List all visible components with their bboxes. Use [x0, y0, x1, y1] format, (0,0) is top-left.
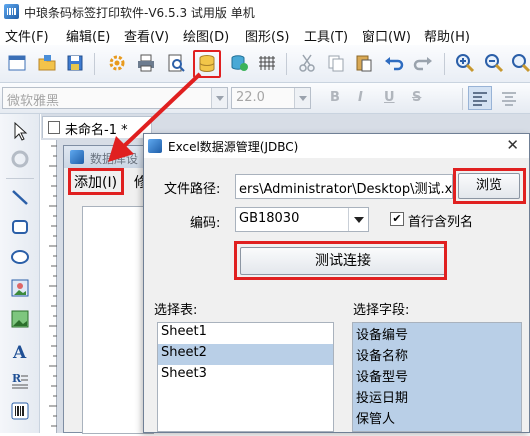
chevron-down-icon: [211, 88, 227, 108]
font-family-value: 微软雅黑: [7, 94, 60, 109]
svg-text:A: A: [12, 343, 27, 362]
zoom-in-icon[interactable]: [454, 52, 476, 74]
menu-file[interactable]: 文件(F): [5, 26, 49, 45]
field-list-item[interactable]: 设备编号: [353, 323, 521, 344]
menu-tools[interactable]: 工具(T): [304, 26, 348, 45]
select-field-label: 选择字段:: [353, 303, 410, 318]
select-pointer-icon[interactable]: [9, 120, 31, 142]
font-size-select[interactable]: 22.0: [231, 87, 311, 109]
database-settings-dialog: 数据库设 添加(I) 修: [63, 145, 154, 434]
copy-icon[interactable]: [325, 52, 347, 74]
test-button-highlight: [234, 241, 447, 280]
menu-view[interactable]: 查看(V): [124, 26, 169, 45]
encoding-value: GB18030: [239, 211, 300, 226]
header-row-checkbox-label: 首行含列名: [408, 215, 474, 230]
file-path-label: 文件路径:: [164, 182, 221, 197]
header-row-checkbox[interactable]: ✔: [390, 212, 404, 226]
menu-shape[interactable]: 图形(S): [245, 26, 289, 45]
toolbar-divider: [462, 88, 463, 110]
toolbar-divider: [286, 53, 287, 75]
zoom-out-icon[interactable]: [483, 52, 505, 74]
chevron-down-icon: [348, 208, 368, 231]
grid-icon[interactable]: [256, 52, 278, 74]
line-tool-icon[interactable]: [9, 186, 31, 208]
dialog-title: Excel数据源管理(JDBC): [168, 140, 299, 154]
browse-button-highlight: [453, 168, 526, 204]
field-list-item[interactable]: 保管人: [353, 407, 521, 428]
rich-text-tool-icon[interactable]: R: [9, 370, 31, 392]
file-path-input[interactable]: ers\Administrator\Desktop\测试.xls: [235, 174, 453, 199]
encoding-select[interactable]: GB18030: [235, 207, 369, 232]
save-icon[interactable]: [64, 52, 86, 74]
excel-datasource-dialog: Excel数据源管理(JDBC) ✕ 文件路径: ers\Administrat…: [143, 133, 530, 433]
toolbar-divider: [94, 53, 95, 75]
menu-bar: 文件(F) 编辑(E) 查看(V) 绘图(D) 图形(S) 工具(T) 窗口(W…: [0, 23, 530, 45]
app-logo-icon: [4, 4, 19, 19]
dialog-app-icon: [148, 139, 162, 153]
zoom-fit-icon[interactable]: [510, 52, 530, 74]
table-list-item[interactable]: Sheet1: [158, 323, 333, 344]
image-tool-icon[interactable]: [9, 277, 31, 299]
new-window-icon[interactable]: [6, 52, 28, 74]
paste-icon[interactable]: [353, 52, 375, 74]
tools-divider: [6, 178, 34, 179]
database-refresh-icon[interactable]: [228, 52, 250, 74]
italic-button[interactable]: I: [358, 90, 363, 105]
menu-edit[interactable]: 编辑(E): [66, 26, 110, 45]
barcode-tool-icon[interactable]: [9, 400, 31, 422]
window-title: 中琅条码标签打印软件-V6.5.3 试用版 单机: [24, 6, 255, 20]
drawing-tools-panel: A R: [0, 114, 40, 433]
dialog-app-icon: [70, 150, 84, 164]
rotate-icon[interactable]: [9, 148, 31, 170]
field-list-item[interactable]: 设备名称: [353, 344, 521, 365]
encoding-label: 编码:: [190, 216, 221, 231]
table-list[interactable]: Sheet1 Sheet2 Sheet3: [157, 322, 334, 432]
align-left-icon[interactable]: [468, 86, 492, 110]
dialog-titlebar: Excel数据源管理(JDBC) ✕: [144, 134, 529, 158]
undo-icon[interactable]: [383, 52, 405, 74]
bold-button[interactable]: B: [330, 90, 340, 105]
menu-window[interactable]: 窗口(W): [362, 26, 411, 45]
ellipse-tool-icon[interactable]: [9, 246, 31, 268]
rectangle-tool-icon[interactable]: [9, 216, 31, 238]
redo-icon[interactable]: [412, 52, 434, 74]
cut-icon[interactable]: [296, 52, 318, 74]
close-icon[interactable]: ✕: [506, 136, 519, 154]
picture-tool-icon[interactable]: [9, 308, 31, 330]
menu-draw[interactable]: 绘图(D): [183, 26, 229, 45]
strikethrough-button[interactable]: S: [412, 90, 421, 105]
chevron-down-icon: [294, 88, 310, 108]
field-list-item[interactable]: 设备型号: [353, 365, 521, 386]
svg-text:R: R: [12, 372, 22, 385]
title-bar: 中琅条码标签打印软件-V6.5.3 试用版 单机: [0, 0, 530, 23]
main-toolbar: [0, 45, 530, 83]
document-icon: [48, 121, 60, 134]
table-list-item[interactable]: Sheet3: [158, 365, 333, 386]
table-list-item-selected[interactable]: Sheet2: [158, 344, 333, 365]
align-center-icon[interactable]: [498, 87, 520, 109]
toolbar-divider: [444, 53, 445, 75]
text-tool-icon[interactable]: A: [9, 340, 31, 362]
field-list[interactable]: 设备编号 设备名称 设备型号 投运日期 保管人: [352, 322, 522, 432]
format-toolbar: 微软雅黑 22.0 B I U S: [0, 83, 530, 114]
open-folder-icon[interactable]: [36, 52, 58, 74]
field-list-item[interactable]: 投运日期: [353, 386, 521, 407]
font-size-value: 22.0: [236, 90, 265, 105]
underline-button[interactable]: U: [384, 90, 395, 105]
menu-help[interactable]: 帮助(H): [424, 26, 470, 45]
vertical-ruler: [41, 140, 57, 433]
select-table-label: 选择表:: [154, 303, 198, 318]
